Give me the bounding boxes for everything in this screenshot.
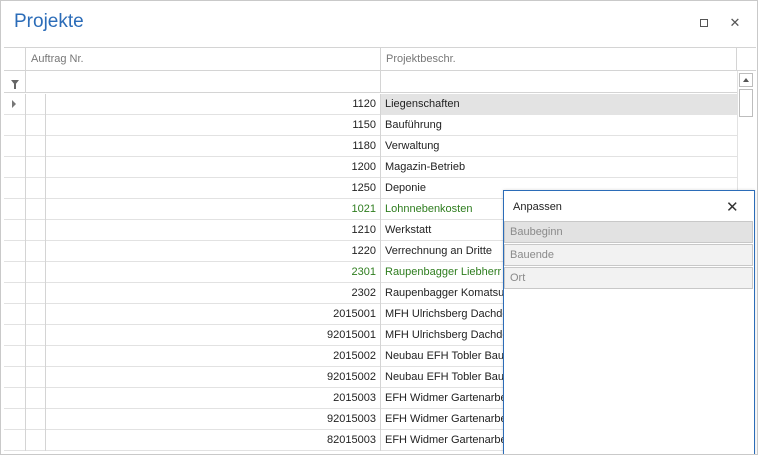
cell-auftrag-nr[interactable]: 2015002 [46,346,381,367]
scroll-up-icon[interactable] [739,73,753,87]
cell-auftrag-nr[interactable]: 1120 [46,94,381,115]
row-indicator [4,304,26,325]
row-indicator [4,157,26,178]
cell-projektbeschr[interactable]: Verwaltung [381,136,737,157]
column-header-projektbeschr[interactable]: Projektbeschr. [381,48,737,70]
table-row[interactable]: 1120 Liegenschaften [4,94,737,115]
customize-popup: Anpassen ✕ Baubeginn Bauende Ort [503,190,755,454]
column-chooser-item[interactable]: Baubeginn [504,221,753,243]
cell-auftrag-nr[interactable]: 2301 [46,262,381,283]
row-indicator [4,136,26,157]
cell-auftrag-nr[interactable]: 92015001 [46,325,381,346]
cell-projektbeschr[interactable]: Liegenschaften [381,94,737,115]
row-group-indent [26,241,46,262]
row-indicator [4,199,26,220]
row-indicator [4,262,26,283]
cell-auftrag-nr[interactable]: 2015001 [46,304,381,325]
cell-auftrag-nr[interactable]: 1220 [46,241,381,262]
cell-projektbeschr[interactable]: Bauführung [381,115,737,136]
cell-auftrag-nr[interactable]: 1180 [46,136,381,157]
row-indicator [4,115,26,136]
table-row[interactable]: 1150 Bauführung [4,115,737,136]
close-icon[interactable]: ✕ [727,15,743,31]
cell-auftrag-nr[interactable]: 2302 [46,283,381,304]
projekte-window: Projekte ✕ Auftrag Nr. Projektbeschr. 11… [0,0,758,455]
row-group-indent [26,388,46,409]
row-group-indent [26,409,46,430]
row-indicator [4,409,26,430]
row-group-indent [26,283,46,304]
row-indicator [4,178,26,199]
title-bar: Projekte ✕ [1,1,757,45]
row-group-indent [26,220,46,241]
scroll-thumb[interactable] [739,89,753,117]
row-indicator [4,241,26,262]
cell-auftrag-nr[interactable]: 1250 [46,178,381,199]
row-group-indent [26,199,46,220]
row-group-indent [26,325,46,346]
filter-icon[interactable] [4,71,26,93]
maximize-icon[interactable] [696,15,712,31]
row-group-indent [26,262,46,283]
row-indicator [4,430,26,451]
cell-projektbeschr[interactable]: Magazin-Betrieb [381,157,737,178]
cell-auftrag-nr[interactable]: 2015003 [46,388,381,409]
row-indicator [4,94,26,115]
row-indicator [4,346,26,367]
column-chooser-item[interactable]: Ort [504,267,753,289]
cell-auftrag-nr[interactable]: 1021 [46,199,381,220]
cell-auftrag-nr[interactable]: 1200 [46,157,381,178]
cell-auftrag-nr[interactable]: 82015003 [46,430,381,451]
row-group-indent [26,136,46,157]
popup-title: Anpassen [513,201,562,213]
row-group-indent [26,94,46,115]
filter-cell-auftrag-nr[interactable] [26,71,381,93]
grid-header: Auftrag Nr. Projektbeschr. [4,48,756,71]
cell-auftrag-nr[interactable]: 92015003 [46,409,381,430]
row-indicator [4,388,26,409]
column-header-auftrag-nr[interactable]: Auftrag Nr. [26,48,381,70]
cell-auftrag-nr[interactable]: 92015002 [46,367,381,388]
table-row[interactable]: 1180 Verwaltung [4,136,737,157]
cell-auftrag-nr[interactable]: 1210 [46,220,381,241]
table-row[interactable]: 1200 Magazin-Betrieb [4,157,737,178]
header-indicator-cell [4,48,26,70]
row-group-indent [26,304,46,325]
popup-close-icon[interactable]: ✕ [726,198,739,216]
row-indicator [4,367,26,388]
row-group-indent [26,346,46,367]
row-group-indent [26,367,46,388]
row-indicator [4,325,26,346]
row-group-indent [26,178,46,199]
row-group-indent [26,157,46,178]
row-indicator [4,220,26,241]
row-focus-arrow-icon [12,100,16,108]
hidden-columns-list: Baubeginn Bauende Ort [504,221,754,290]
cell-auftrag-nr[interactable]: 1150 [46,115,381,136]
filter-row [4,71,737,93]
row-group-indent [26,115,46,136]
column-chooser-item[interactable]: Bauende [504,244,753,266]
window-title: Projekte [14,11,84,32]
row-indicator [4,283,26,304]
row-group-indent [26,430,46,451]
